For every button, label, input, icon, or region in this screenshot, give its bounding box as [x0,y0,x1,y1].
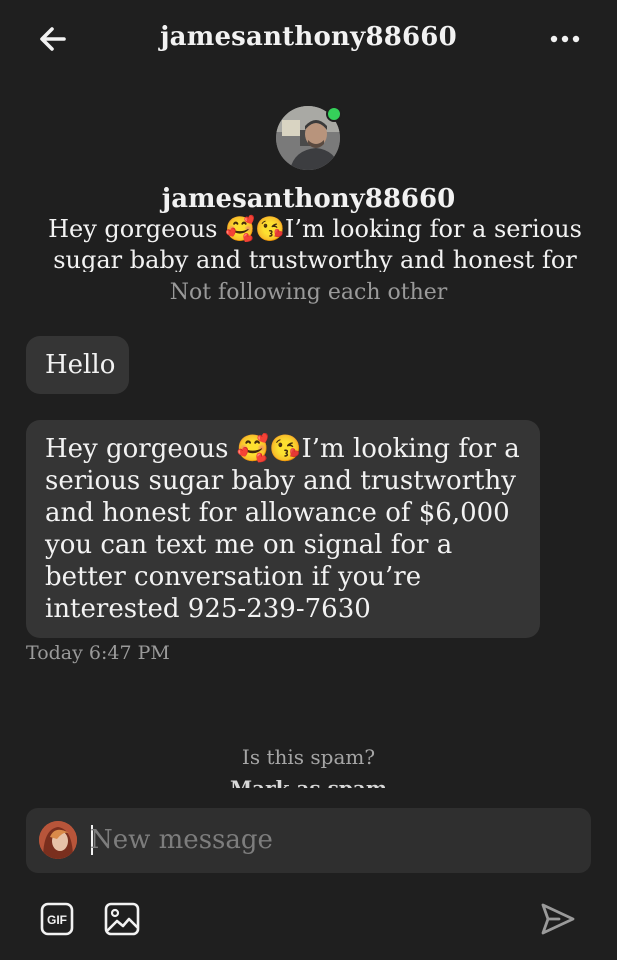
gif-button[interactable]: GIF [40,902,74,936]
message-timestamp: Today 6:47 PM [26,642,170,664]
profile-bio: Hey gorgeous 🥰😘I’m looking for a serious… [48,215,582,272]
message-text: Hello [45,350,116,380]
send-button[interactable] [539,900,577,938]
send-icon [541,903,575,935]
spam-action-clip: Mark as spam [0,776,617,788]
more-horizontal-icon [550,35,580,43]
top-bar: jamesanthony88660 [0,0,617,78]
profile-avatar-container[interactable] [276,106,342,172]
my-avatar [39,821,77,859]
message-input[interactable] [90,818,560,862]
follow-status: Not following each other [169,280,448,305]
my-avatar-photo [39,821,77,859]
message-bubble[interactable]: Hey gorgeous 🥰😘I’m looking for a serious… [26,420,540,638]
mark-as-spam-link[interactable]: Mark as spam [0,776,617,788]
more-options-button[interactable] [548,22,582,56]
profile-name[interactable]: jamesanthony88660 [0,184,617,214]
gif-icon: GIF [40,902,74,936]
image-button[interactable] [104,902,140,936]
message-bubble[interactable]: Hello [26,336,129,394]
image-icon [104,902,140,936]
message-text: Hey gorgeous 🥰😘I’m looking for a serious… [45,434,520,624]
spam-question: Is this spam? [241,745,376,769]
message-composer [26,808,591,873]
gif-label: GIF [47,913,67,927]
online-status-dot [326,106,342,122]
conversation-title: jamesanthony88660 [160,22,457,52]
